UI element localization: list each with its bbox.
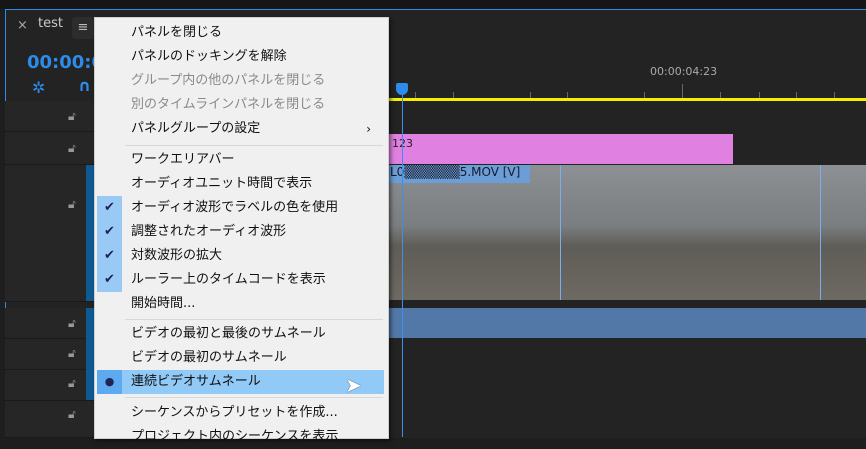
submenu-arrow-icon: ›: [366, 122, 371, 136]
playhead-line: [402, 90, 403, 437]
timecode-display[interactable]: 00:00:0: [27, 52, 104, 73]
menu-item-rectified-waveforms[interactable]: ✔ 調整されたオーディオ波形: [95, 220, 385, 244]
menu-item-work-area-bar[interactable]: ワークエリアバー: [95, 148, 385, 172]
check-icon: ✔: [97, 244, 122, 268]
panel-menu-button[interactable]: ≡: [72, 17, 94, 39]
ruler-tick: [682, 84, 683, 98]
video-clip-label: L0▒▒▒▒▒▒5.MOV [V]: [388, 165, 530, 183]
menu-item-show-ruler-timecode[interactable]: ✔ ルーラー上のタイムコードを表示: [95, 268, 385, 292]
menu-item-undock-panel[interactable]: パネルのドッキングを解除: [95, 45, 385, 69]
track-header-video: [5, 165, 95, 302]
track-header-audio: [5, 308, 95, 339]
menu-item-label-color-waveforms[interactable]: ✔ オーディオ波形でラベルの色を使用: [95, 196, 385, 220]
menu-item-head-tail-thumbnails[interactable]: ビデオの最初と最後のサムネール: [95, 322, 385, 346]
mouse-cursor-icon: ➤: [345, 373, 362, 397]
check-icon: ✔: [97, 220, 122, 244]
menu-item-head-thumbnail[interactable]: ビデオの最初のサムネール: [95, 346, 385, 370]
menu-item-reveal-sequence[interactable]: プロジェクト内のシーケンスを表示: [95, 425, 385, 449]
lock-icon[interactable]: 🔓︎: [68, 316, 76, 331]
menu-item-continuous-thumbnails[interactable]: ● 連続ビデオサムネール: [97, 370, 384, 394]
ruler-timecode: 00:00:04:23: [650, 65, 718, 78]
lock-icon[interactable]: 🔓︎: [68, 346, 76, 361]
clip-boundary: [560, 165, 561, 300]
linked-selection-icon[interactable]: ∩: [78, 76, 91, 95]
lock-icon[interactable]: 🔓︎: [68, 376, 76, 391]
tab-test[interactable]: test: [38, 16, 63, 31]
menu-item-audio-units[interactable]: オーディオユニット時間で表示: [95, 172, 385, 196]
lock-icon[interactable]: 🔓︎: [68, 141, 76, 156]
menu-item-close-other-timelines: 別のタイムラインパネルを閉じる: [131, 97, 326, 112]
clip-boundary: [820, 165, 821, 300]
lock-icon[interactable]: 🔓︎: [68, 407, 76, 422]
menu-item-create-preset[interactable]: シーケンスからプリセットを作成...: [95, 401, 385, 425]
track-header: [5, 101, 95, 132]
menu-item-logarithmic-waveform[interactable]: ✔ 対数波形の拡大: [95, 244, 385, 268]
track-header-audio: [5, 339, 95, 370]
playhead-handle[interactable]: [396, 83, 408, 95]
check-icon: ✔: [97, 268, 122, 292]
track-header: [5, 132, 95, 165]
lock-icon[interactable]: 🔓︎: [68, 109, 76, 124]
track-header-audio: [5, 401, 95, 438]
top-bar: [0, 0, 866, 9]
menu-separator: [125, 319, 383, 320]
menu-item-panel-group-settings[interactable]: パネルグループの設定 ›: [95, 117, 385, 141]
audio-clip-waveform[interactable]: [388, 308, 866, 338]
menu-item-start-time[interactable]: 開始時間...: [95, 292, 385, 316]
lock-icon[interactable]: 🔓︎: [68, 197, 76, 212]
menu-item-close-panel[interactable]: パネルを閉じる: [95, 21, 385, 45]
check-icon: ✔: [97, 196, 122, 220]
work-area-bar[interactable]: [388, 98, 866, 101]
track-header-audio: [5, 370, 95, 401]
close-tab-icon[interactable]: ×: [17, 18, 28, 33]
video-clip-thumbnails[interactable]: [388, 165, 866, 300]
menu-separator: [125, 397, 383, 398]
bullet-icon: ●: [97, 370, 122, 394]
menu-item-close-other-panels: グループ内の他のパネルを閉じる: [131, 73, 326, 88]
graphic-clip[interactable]: 123: [388, 134, 733, 164]
snap-in-sequence-icon[interactable]: ✲: [32, 78, 45, 97]
menu-separator: [125, 145, 383, 146]
